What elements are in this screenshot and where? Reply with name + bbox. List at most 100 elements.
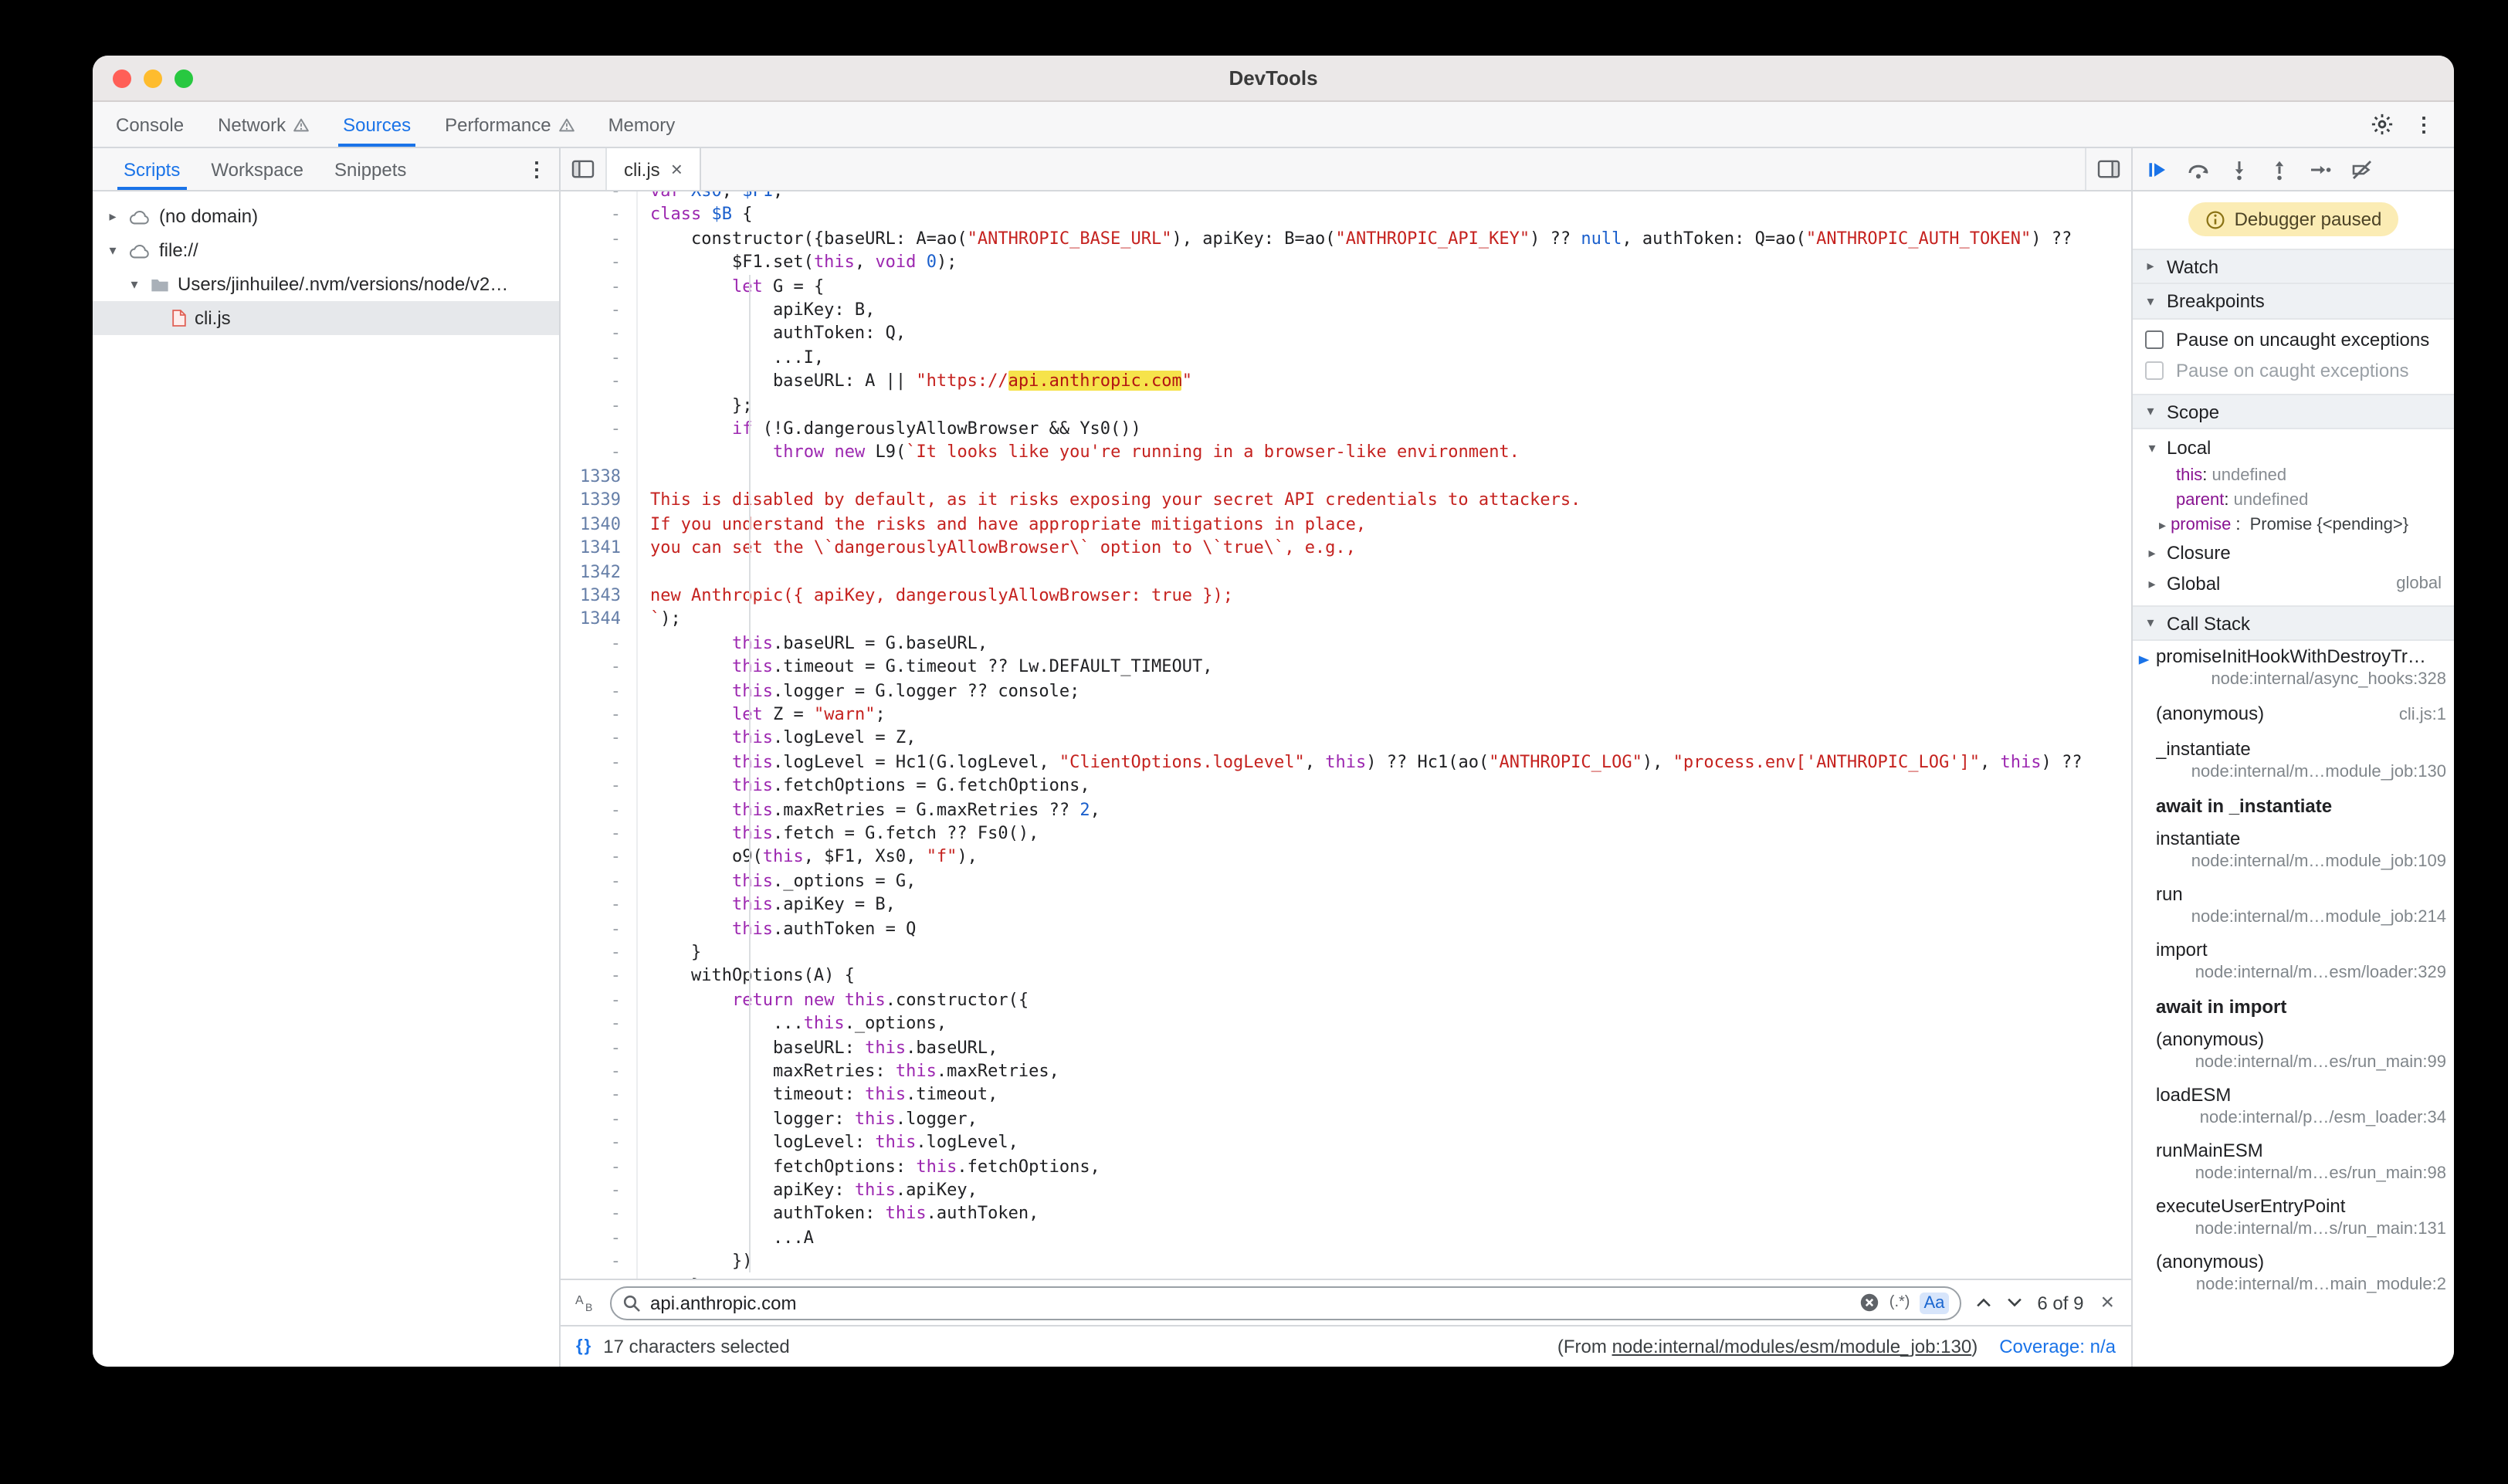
step-over-icon[interactable] <box>2187 158 2210 180</box>
scope-group-closure[interactable]: ▸Closure <box>2133 537 2454 568</box>
scope-variable[interactable]: this: undefined <box>2133 463 2454 488</box>
gutter-line-number[interactable]: - <box>561 1011 638 1035</box>
next-match-icon[interactable] <box>2006 1297 2023 1308</box>
file-tab-clijs[interactable]: cli.js × <box>607 148 701 190</box>
code-text[interactable]: this.apiKey = B, <box>638 893 2131 916</box>
code-text[interactable]: ...I, <box>638 346 2131 370</box>
gutter-line-number[interactable]: - <box>561 679 638 703</box>
code-text[interactable]: new Anthropic({ apiKey, dangerouslyAllow… <box>638 584 2131 608</box>
code-text[interactable]: ...A <box>638 1226 2131 1250</box>
gutter-line-number[interactable]: - <box>561 393 638 417</box>
code-text[interactable]: logger: this.logger, <box>638 1107 2131 1131</box>
gutter-line-number[interactable]: - <box>561 298 638 322</box>
gutter-line-number[interactable]: - <box>561 191 638 203</box>
breakpoints-section-header[interactable]: ▾ Breakpoints <box>2133 284 2454 320</box>
toggle-debugger-sidebar-icon[interactable] <box>2085 148 2131 190</box>
gutter-line-number[interactable]: - <box>561 1131 638 1155</box>
navigator-more-icon[interactable]: ⋮ <box>527 159 547 179</box>
code-text[interactable]: withOptions(A) { <box>638 964 2131 988</box>
call-stack-frame[interactable]: runMainESMnode:internal/m…es/run_main:98 <box>2133 1135 2454 1191</box>
code-text[interactable]: this.fetchOptions = G.fetchOptions, <box>638 774 2131 798</box>
code-text[interactable]: this.baseURL = G.baseURL, <box>638 631 2131 655</box>
gutter-line-number[interactable]: - <box>561 250 638 274</box>
source-mapping-link[interactable]: node:internal/modules/esm/module_job:130 <box>1612 1336 1972 1357</box>
call-stack-frame[interactable]: runnode:internal/m…module_job:214 <box>2133 879 2454 934</box>
gutter-line-number[interactable]: 1343 <box>561 584 638 608</box>
code-text[interactable]: this.authToken = Q <box>638 916 2131 940</box>
scope-group-global[interactable]: ▸Globalglobal <box>2133 568 2454 599</box>
gutter-line-number[interactable]: - <box>561 822 638 845</box>
tab-memory[interactable]: Memory <box>591 102 693 147</box>
code-text[interactable]: `); <box>638 608 2131 632</box>
gutter-line-number[interactable]: - <box>561 1226 638 1250</box>
code-text[interactable]: this.logLevel = Hc1(G.logLevel, "ClientO… <box>638 750 2131 774</box>
code-text[interactable]: if (!G.dangerouslyAllowBrowser && Ys0()) <box>638 417 2131 441</box>
code-text[interactable]: } <box>638 940 2131 964</box>
code-text[interactable]: this._options = G, <box>638 869 2131 893</box>
match-case-toggle[interactable]: Aa <box>1919 1292 1949 1313</box>
code-text[interactable]: apiKey: B, <box>638 298 2131 322</box>
code-text[interactable]: baseURL: A || "https://api.anthropic.com… <box>638 370 2131 394</box>
step-icon[interactable] <box>2309 158 2332 180</box>
checkbox[interactable] <box>2145 361 2164 380</box>
gutter-line-number[interactable]: - <box>561 346 638 370</box>
tree-item[interactable]: ▾file:// <box>93 233 559 267</box>
code-text[interactable] <box>638 465 2131 489</box>
code-text[interactable]: you can set the \`dangerouslyAllowBrowse… <box>638 536 2131 560</box>
scope-section-header[interactable]: ▾ Scope <box>2133 394 2454 429</box>
gutter-line-number[interactable]: - <box>561 1202 638 1226</box>
gutter-line-number[interactable]: - <box>561 703 638 727</box>
gutter-line-number[interactable]: - <box>561 916 638 940</box>
code-text[interactable]: timeout: this.timeout, <box>638 1083 2131 1107</box>
call-stack-frame[interactable]: (anonymous)node:internal/m…main_module:2 <box>2133 1246 2454 1302</box>
code-text[interactable]: baseURL: this.baseURL, <box>638 1035 2131 1059</box>
gutter-line-number[interactable]: 1338 <box>561 465 638 489</box>
code-text[interactable]: authToken: Q, <box>638 322 2131 346</box>
zoom-window-button[interactable] <box>175 69 193 87</box>
navigator-tab-workspace[interactable]: Workspace <box>195 148 319 190</box>
code-text[interactable]: let G = { <box>638 274 2131 298</box>
gutter-line-number[interactable]: - <box>561 845 638 869</box>
navigator-tab-scripts[interactable]: Scripts <box>108 148 195 190</box>
tree-item[interactable]: cli.js <box>93 301 559 335</box>
call-stack-frame[interactable]: importnode:internal/m…esm/loader:329 <box>2133 934 2454 990</box>
close-search-icon[interactable]: × <box>2097 1291 2117 1314</box>
call-stack-section-header[interactable]: ▾ Call Stack <box>2133 605 2454 641</box>
gutter-line-number[interactable]: - <box>561 203 638 227</box>
breakpoint-toggle-row[interactable]: Pause on caught exceptions <box>2133 355 2454 386</box>
code-text[interactable]: this.maxRetries = G.maxRetries ?? 2, <box>638 798 2131 822</box>
scope-variable[interactable]: ▸promise: Promise {<pending>} <box>2133 513 2454 537</box>
gutter-line-number[interactable]: - <box>561 227 638 251</box>
regex-toggle[interactable]: (.*) <box>1889 1294 1910 1311</box>
call-stack-frame[interactable]: loadESMnode:internal/p…/esm_loader:34 <box>2133 1079 2454 1135</box>
call-stack-frame[interactable]: (anonymous)cli.js:1 <box>2133 696 2454 734</box>
gutter-line-number[interactable]: - <box>561 417 638 441</box>
gutter-line-number[interactable]: - <box>561 893 638 916</box>
scope-group-local[interactable]: ▾Local <box>2133 432 2454 463</box>
call-stack-frame[interactable]: _instantiatenode:internal/m…module_job:1… <box>2133 734 2454 789</box>
code-text[interactable]: apiKey: this.apiKey, <box>638 1178 2131 1202</box>
code-text[interactable]: return new this.constructor({ <box>638 988 2131 1012</box>
gutter-line-number[interactable]: - <box>561 655 638 679</box>
resume-script-icon[interactable] <box>2147 158 2168 180</box>
pretty-print-icon[interactable]: { } <box>576 1337 589 1356</box>
toggle-navigator-icon[interactable] <box>561 148 607 190</box>
navigator-tab-snippets[interactable]: Snippets <box>319 148 422 190</box>
code-text[interactable]: This is disabled by default, as it risks… <box>638 489 2131 513</box>
gutter-line-number[interactable]: - <box>561 631 638 655</box>
gutter-line-number[interactable]: - <box>561 774 638 798</box>
code-text[interactable]: }) <box>638 1250 2131 1274</box>
code-text[interactable]: class $B { <box>638 203 2131 227</box>
gutter-line-number[interactable]: - <box>561 1083 638 1107</box>
previous-match-icon[interactable] <box>1975 1297 1992 1308</box>
call-stack-frame[interactable]: executeUserEntryPointnode:internal/m…s/r… <box>2133 1191 2454 1246</box>
gutter-line-number[interactable]: - <box>561 441 638 465</box>
gutter-line-number[interactable]: - <box>561 940 638 964</box>
code-text[interactable]: If you understand the risks and have app… <box>638 512 2131 536</box>
code-text[interactable]: } <box>638 1273 2131 1279</box>
code-text[interactable]: var Xs0, $F1; <box>638 191 2131 203</box>
code-text[interactable]: maxRetries: this.maxRetries, <box>638 1059 2131 1083</box>
scope-variable[interactable]: parent: undefined <box>2133 488 2454 513</box>
gutter-line-number[interactable]: - <box>561 798 638 822</box>
gutter-line-number[interactable]: - <box>561 727 638 750</box>
